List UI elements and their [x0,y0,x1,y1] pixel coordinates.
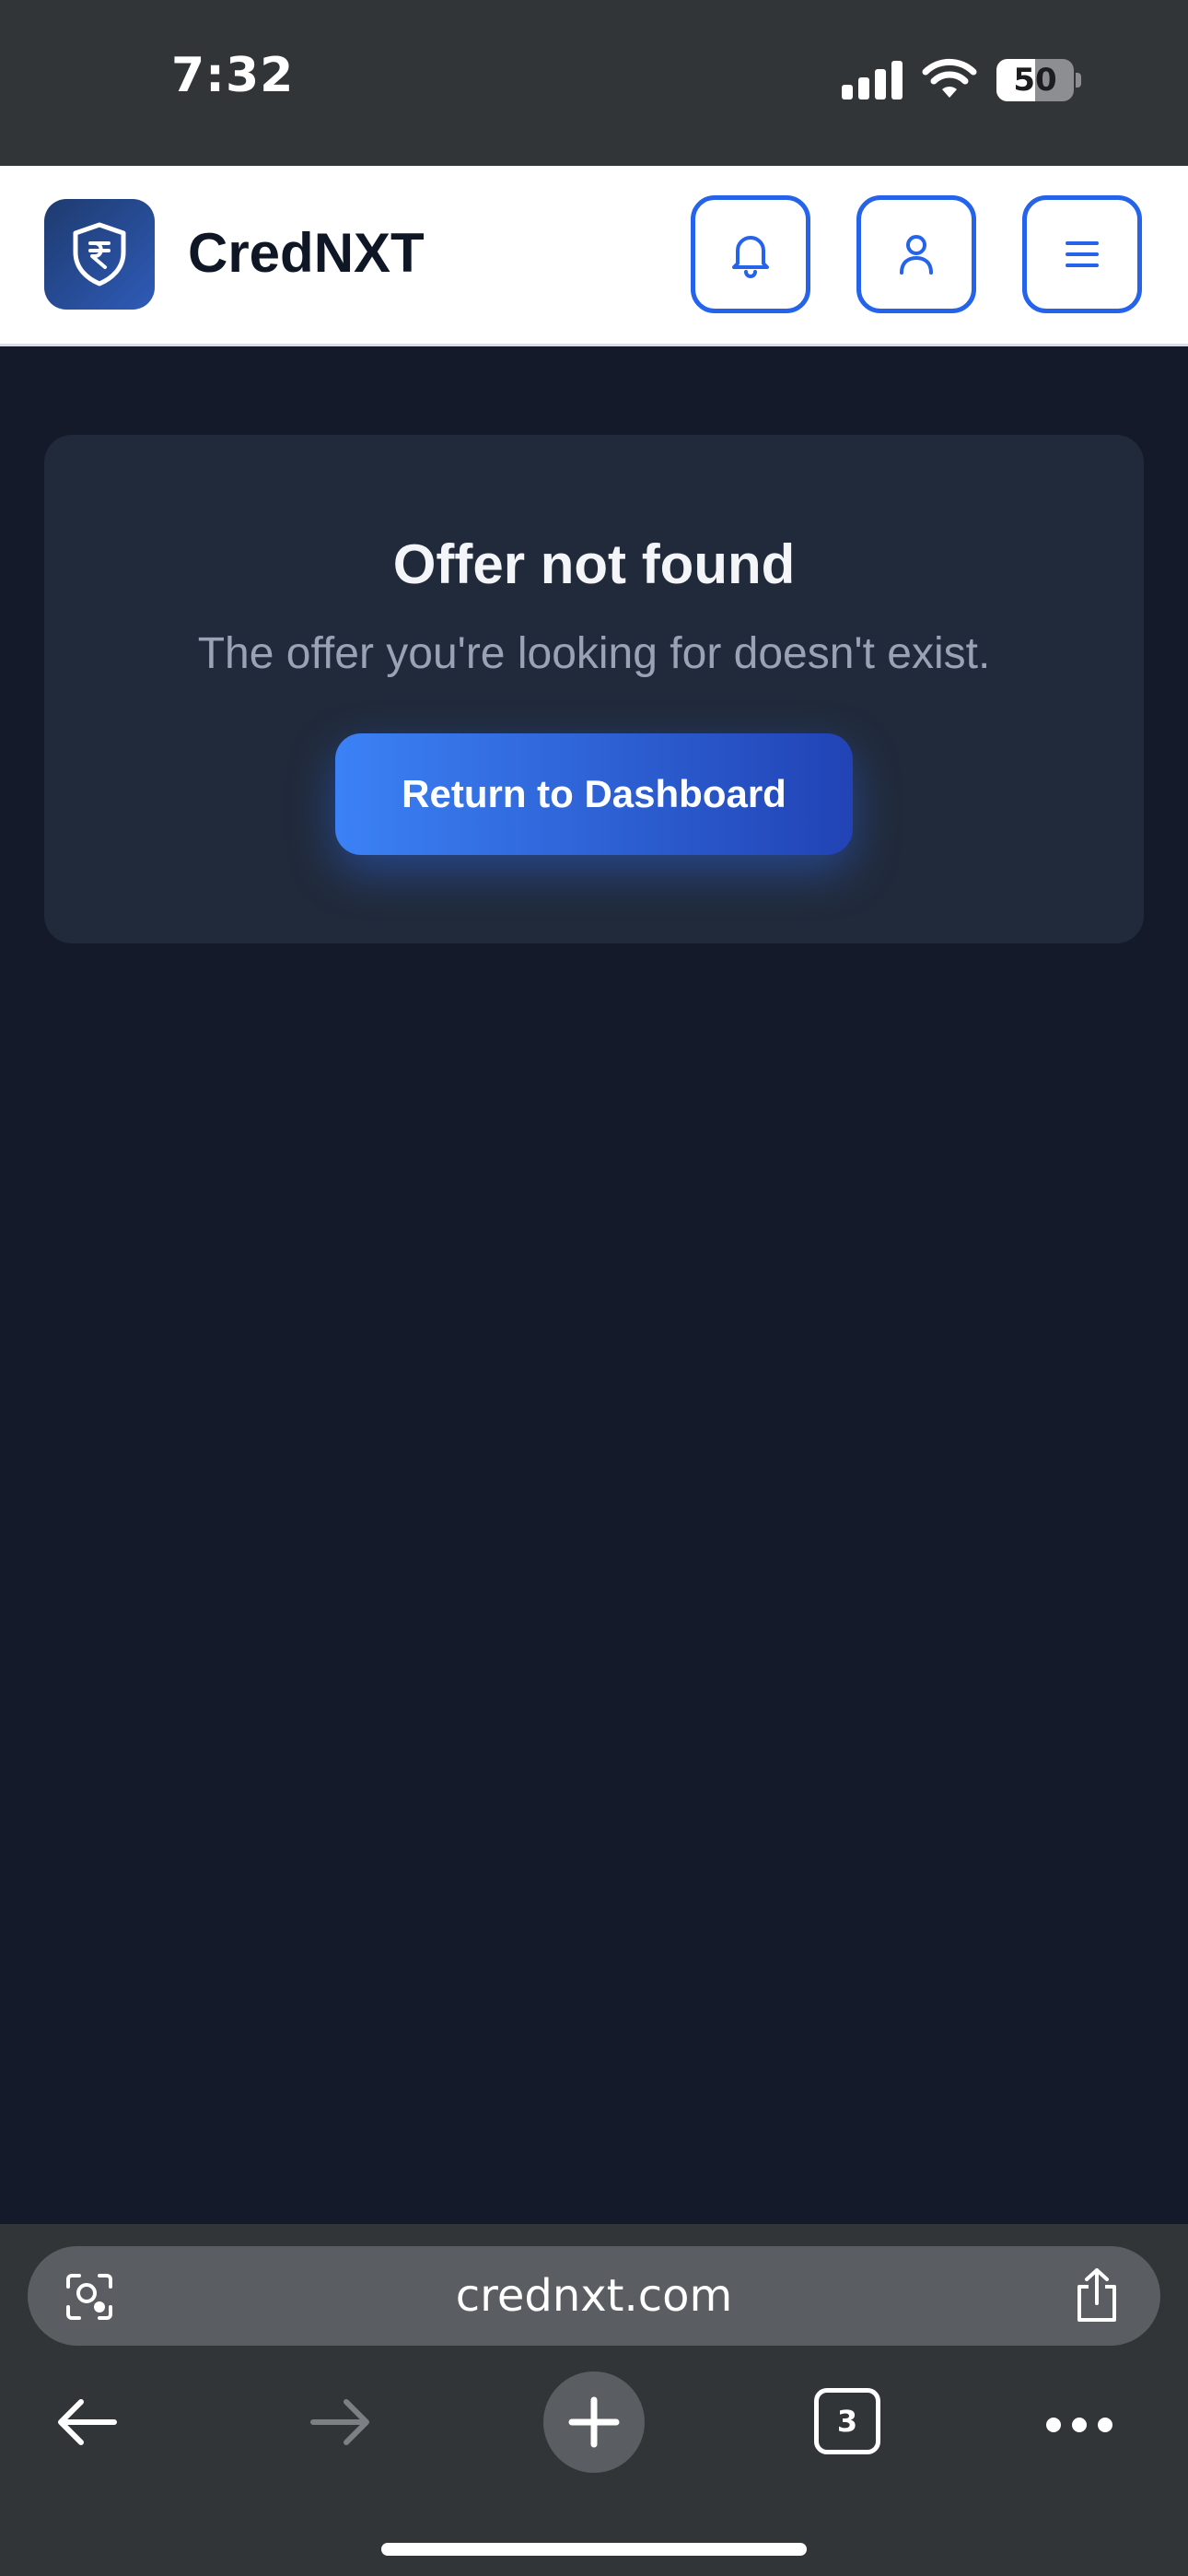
tabs-icon[interactable]: 3 [814,2388,880,2454]
card-message: The offer you're looking for doesn't exi… [197,629,991,678]
back-arrow-icon[interactable] [53,2371,120,2473]
offer-not-found-card: Offer not found The offer you're looking… [44,435,1144,943]
new-tab-button[interactable] [543,2371,645,2473]
more-icon[interactable] [1046,2418,1112,2432]
shield-rupee-icon [73,222,126,287]
home-indicator[interactable] [381,2543,807,2556]
profile-button[interactable] [856,195,976,313]
app-logo[interactable] [44,199,155,310]
battery-icon: 50 [996,59,1081,101]
hamburger-menu-icon [1066,241,1099,267]
bell-icon [732,236,769,278]
card-title: Offer not found [392,533,796,595]
app-header: CredNXT [0,166,1188,346]
notifications-button[interactable] [691,195,810,313]
user-icon [900,235,933,275]
url-text[interactable]: crednxt.com [28,2246,1160,2346]
share-icon[interactable] [1072,2266,1122,2324]
wifi-icon [922,58,977,98]
menu-button[interactable] [1022,195,1142,313]
address-bar[interactable]: crednxt.com [28,2246,1160,2346]
cellular-signal-icon [842,61,904,100]
status-bar: 7:32 50 [0,0,1188,166]
forward-arrow-icon[interactable] [308,2371,374,2473]
status-time: 7:32 [171,48,295,103]
battery-percent: 50 [1013,62,1057,99]
brand-name: CredNXT [188,222,425,284]
tab-count: 3 [836,2404,858,2439]
new-tab-plus-icon [568,2396,620,2448]
return-to-dashboard-button[interactable]: Return to Dashboard [335,733,853,855]
browser-toolbar: crednxt.com 3 [0,2224,1188,2576]
